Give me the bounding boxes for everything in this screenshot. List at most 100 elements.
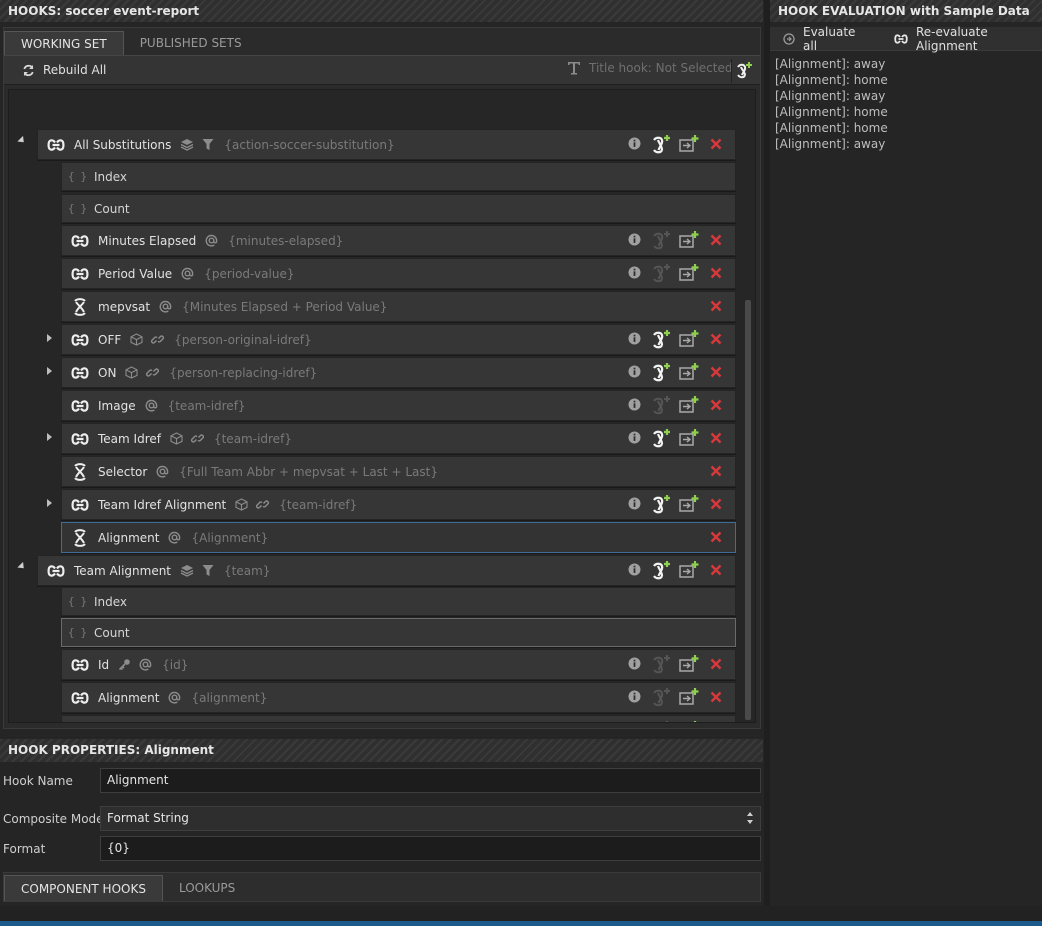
add-composite-button[interactable] [648, 329, 675, 349]
add-hook-button[interactable] [675, 494, 702, 514]
evaluate-all-button[interactable]: Evaluate all [783, 25, 867, 53]
info-button[interactable] [621, 137, 648, 150]
expand-arrow[interactable] [47, 367, 52, 375]
hook-expression: {Alignment} [191, 530, 269, 545]
add-hook-button[interactable] [675, 687, 702, 707]
hook-row[interactable]: mepvsat {Minutes Elapsed + Period Value} [61, 291, 736, 322]
add-composite-disabled-icon [648, 687, 675, 707]
add-hook-button[interactable] [675, 263, 702, 283]
delete-button[interactable] [702, 465, 729, 477]
add-composite-button[interactable] [648, 494, 675, 514]
panel-splitter[interactable] [764, 0, 770, 906]
delete-button[interactable] [702, 658, 729, 670]
at-icon [156, 465, 169, 478]
info-button[interactable] [621, 563, 648, 576]
format-input[interactable]: {0} [100, 836, 761, 861]
rebuild-all-button[interactable]: Rebuild All [22, 63, 106, 77]
hook-row[interactable]: ON {person-replacing-idref} [61, 357, 736, 388]
delete-button[interactable] [702, 300, 729, 312]
add-composite-hook-icon[interactable] [731, 59, 757, 83]
hook-row[interactable]: Alignment {Alignment} [61, 522, 736, 553]
hook-name: Image [98, 398, 136, 413]
info-button[interactable] [621, 266, 648, 279]
tab-lookups[interactable]: LOOKUPS [163, 875, 251, 901]
info-button[interactable] [621, 690, 648, 703]
info-button[interactable] [621, 365, 648, 378]
expand-arrow[interactable] [47, 334, 52, 342]
field-row[interactable]: { } Count [61, 618, 736, 647]
add-hook-button[interactable] [675, 720, 702, 722]
delete-button[interactable] [702, 333, 729, 345]
delete-icon [702, 658, 729, 670]
hook-expression: {team-idref} [213, 431, 292, 446]
collapse-arrow[interactable] [17, 561, 27, 572]
field-row[interactable]: { } Count [61, 194, 736, 223]
delete-button[interactable] [702, 498, 729, 510]
composite-mode-select[interactable]: Format String [100, 806, 761, 831]
hook-row[interactable]: Id {id} [61, 649, 736, 680]
title-hook-selector[interactable]: Title hook: Not Selected [567, 61, 732, 75]
composite-mode-value: Format String [107, 811, 189, 825]
braces-icon: { } [67, 626, 89, 639]
filter-icon [202, 138, 214, 151]
field-row[interactable]: { } Index [61, 162, 736, 191]
add-hook-button[interactable] [675, 654, 702, 674]
info-button[interactable] [621, 233, 648, 246]
hook-row[interactable]: Image {team-idref} [61, 390, 736, 421]
add-hook-button[interactable] [675, 560, 702, 580]
hook-row[interactable]: Team Idref Alignment {team-idref} [61, 489, 736, 520]
delete-button[interactable] [702, 432, 729, 444]
tab-published-sets[interactable]: PUBLISHED SETS [124, 31, 258, 55]
delete-icon [702, 465, 729, 477]
hook-row[interactable]: Team Idref {team-idref} [61, 423, 736, 454]
reevaluate-button[interactable]: Re-evaluate Alignment [894, 25, 1042, 53]
tab-component-hooks[interactable]: COMPONENT HOOKS [4, 875, 163, 901]
link-icon [62, 658, 98, 671]
delete-button[interactable] [702, 399, 729, 411]
info-button[interactable] [621, 431, 648, 444]
delete-button[interactable] [702, 366, 729, 378]
info-button[interactable] [621, 657, 648, 670]
info-button[interactable] [621, 332, 648, 345]
add-composite-button[interactable] [648, 362, 675, 382]
tab-working-set[interactable]: WORKING SET [4, 31, 124, 55]
hooks-tree: All Substitutions {action-soccer-substitu… [8, 89, 756, 723]
delete-button[interactable] [702, 267, 729, 279]
info-button[interactable] [621, 398, 648, 411]
hook-row[interactable]: Alignment {alignment} [61, 682, 736, 713]
add-composite-button [648, 395, 675, 415]
add-composite-button[interactable] [648, 134, 675, 154]
add-hook-button[interactable] [675, 428, 702, 448]
delete-button[interactable] [702, 564, 729, 576]
hook-row[interactable]: Team Key{team-key} [61, 715, 736, 722]
add-hook-button[interactable] [675, 395, 702, 415]
add-composite-button[interactable] [648, 560, 675, 580]
delete-button[interactable] [702, 234, 729, 246]
delete-button[interactable] [702, 531, 729, 543]
delete-button[interactable] [702, 138, 729, 150]
collapse-arrow[interactable] [17, 135, 27, 146]
add-hook-button[interactable] [675, 230, 702, 250]
delete-button[interactable] [702, 691, 729, 703]
info-button[interactable] [621, 497, 648, 510]
add-composite-button[interactable] [648, 428, 675, 448]
hook-group-row[interactable]: Team Alignment {team} [37, 555, 736, 586]
row-actions [621, 325, 729, 352]
field-row[interactable]: { } Index [61, 587, 736, 616]
hook-row[interactable]: Period Value {period-value} [61, 258, 736, 289]
link-icon [62, 366, 98, 379]
add-hook-button[interactable] [675, 329, 702, 349]
expand-arrow[interactable] [47, 433, 52, 441]
add-hook-button[interactable] [675, 362, 702, 382]
add-hook-button[interactable] [675, 134, 702, 154]
hook-modifiers [180, 564, 214, 577]
hook-row[interactable]: Selector {Full Team Abbr + mepvsat + Last… [61, 456, 736, 487]
hook-expression: {Minutes Elapsed + Period Value} [182, 299, 388, 314]
hook-row[interactable]: Minutes Elapsed {minutes-elapsed} [61, 225, 736, 256]
expand-arrow[interactable] [47, 499, 52, 507]
row-actions [702, 457, 729, 484]
hook-name-input[interactable]: Alignment [100, 768, 761, 793]
field-name: Index [94, 169, 128, 184]
hook-group-row[interactable]: All Substitutions {action-soccer-substitu… [37, 129, 736, 160]
hook-row[interactable]: OFF {person-original-idref} [61, 324, 736, 355]
